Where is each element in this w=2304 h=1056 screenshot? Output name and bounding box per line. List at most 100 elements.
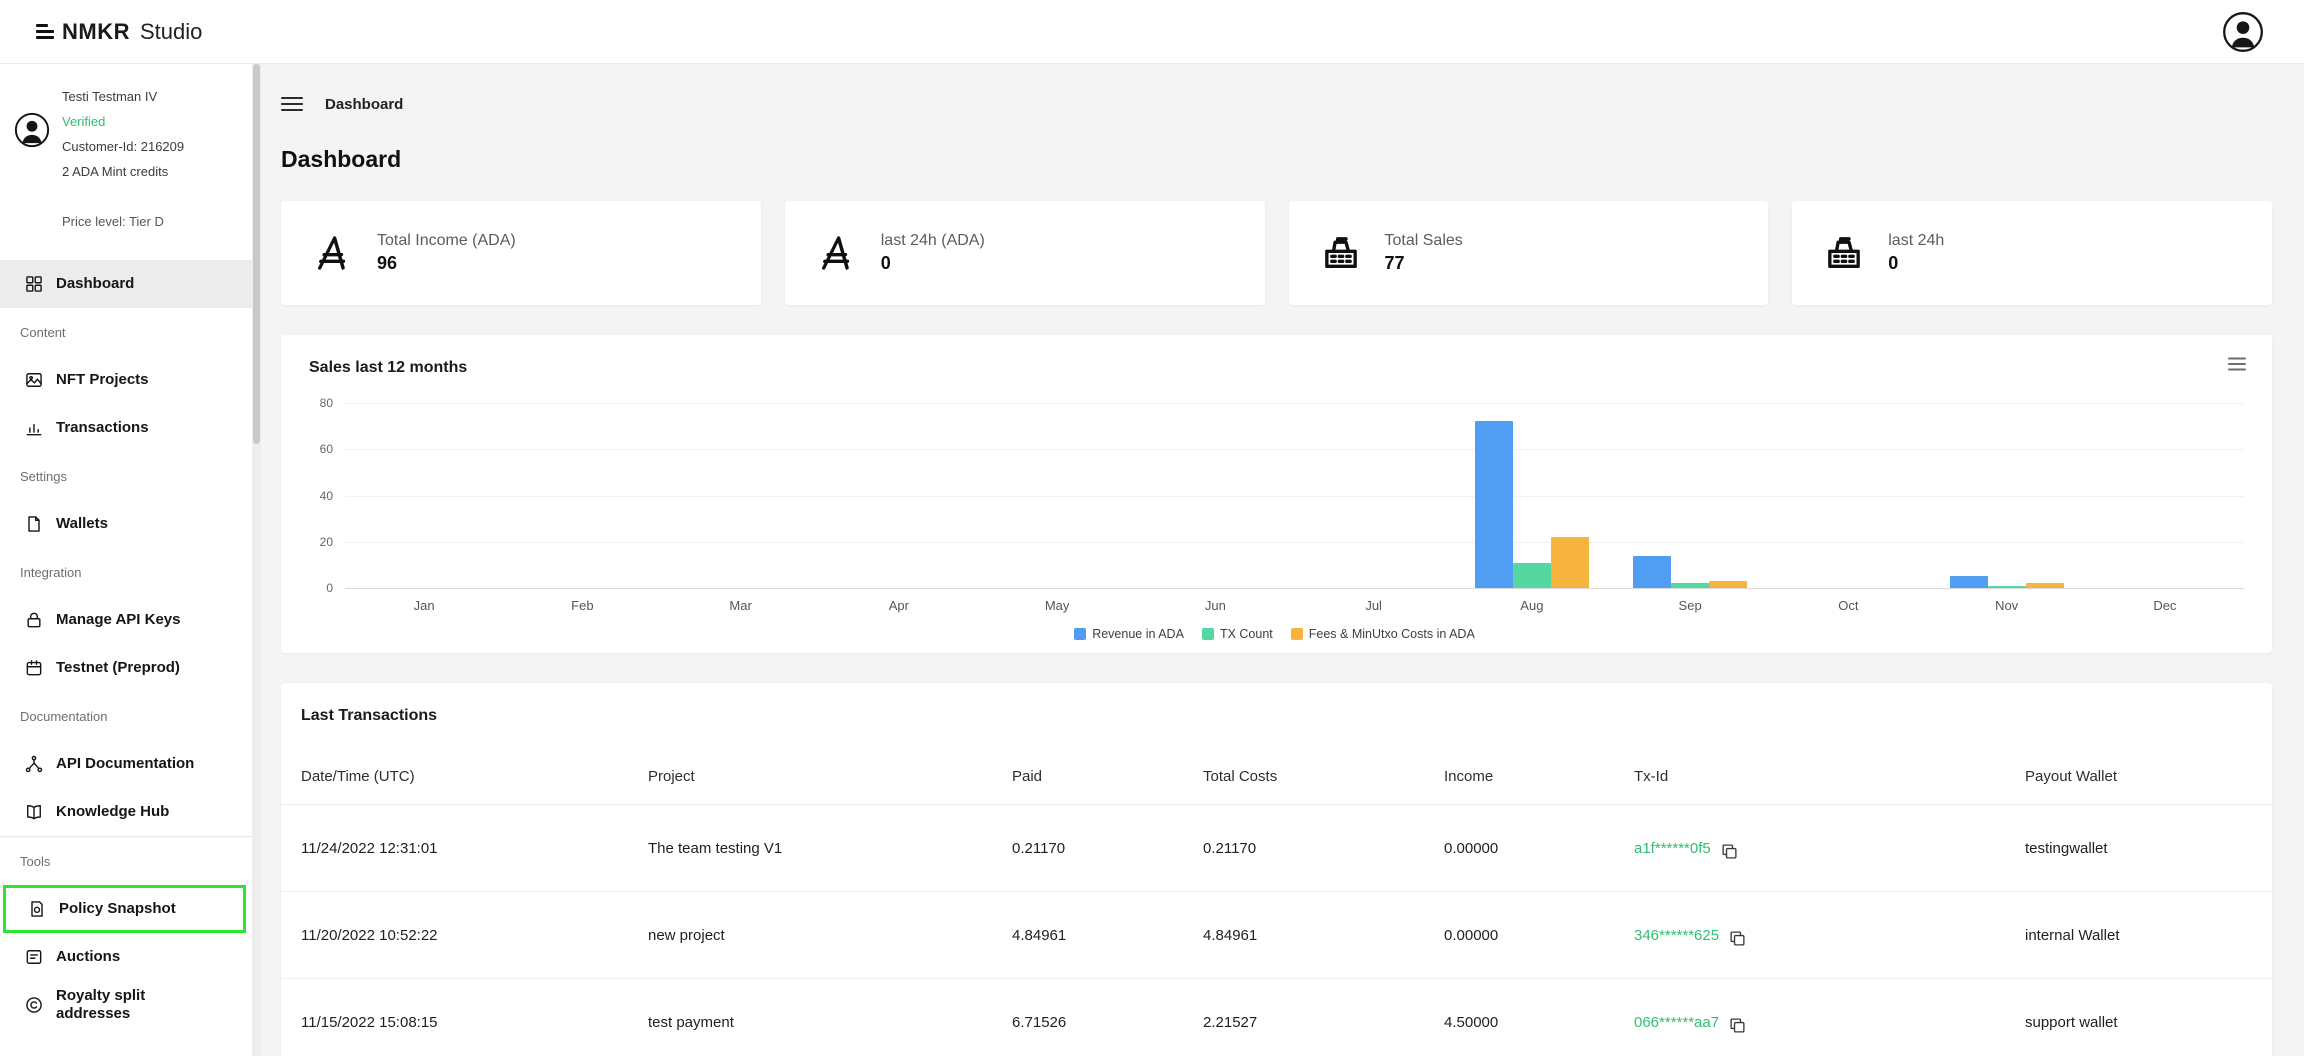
user-avatar[interactable]	[2222, 11, 2264, 53]
column-header: Project	[648, 768, 1012, 785]
table-row: 11/24/2022 12:31:01 The team testing V1 …	[281, 805, 2272, 892]
legend-item[interactable]: TX Count	[1202, 627, 1273, 641]
logo-text-secondary: Studio	[140, 19, 202, 45]
bar-group	[2086, 403, 2244, 588]
chart-body: 020406080 JanFebMarAprMayJunJulAugSepOct…	[305, 403, 2244, 613]
column-header: Tx-Id	[1634, 768, 2025, 785]
bar	[1551, 537, 1589, 588]
mint-credits: 2 ADA Mint credits	[62, 159, 184, 184]
stat-value: 77	[1385, 253, 1463, 274]
stat-card-total-income: Total Income (ADA) 96	[281, 201, 761, 305]
cash-register-icon	[1818, 233, 1870, 273]
sidebar-item-label: Transactions	[56, 419, 149, 437]
cell-project: new project	[648, 927, 1012, 944]
main-content: Dashboard Dashboard Total Income (ADA) 9…	[261, 64, 2304, 1056]
sidebar-item-label: Royalty split addresses	[56, 987, 186, 1023]
stat-card-total-sales: Total Sales 77	[1289, 201, 1769, 305]
sidebar-item-royalty-split[interactable]: Royalty split addresses	[0, 981, 252, 1029]
txid-link[interactable]: a1f******0f5	[1634, 840, 1711, 857]
sidebar-item-auctions[interactable]: Auctions	[0, 933, 252, 981]
cell-income: 4.50000	[1444, 1014, 1634, 1031]
sidebar-item-testnet[interactable]: Testnet (Preprod)	[0, 644, 252, 692]
bar-group	[1295, 403, 1453, 588]
nmkr-logo[interactable]: NMKR Studio	[36, 19, 202, 45]
x-tick-label: Jan	[345, 598, 503, 613]
table-row: 11/15/2022 15:08:15 test payment 6.71526…	[281, 979, 2272, 1056]
stat-value: 0	[1888, 253, 1944, 274]
snapshot-document-icon	[27, 899, 47, 919]
sidebar-item-label: Policy Snapshot	[59, 900, 176, 918]
chart-yaxis: 020406080	[305, 403, 345, 588]
calendar-icon	[24, 658, 44, 678]
table-header-row: Date/Time (UTC) Project Paid Total Costs…	[281, 749, 2272, 805]
x-tick-label: May	[978, 598, 1136, 613]
cell-total-costs: 4.84961	[1203, 927, 1444, 944]
auction-card-icon	[24, 947, 44, 967]
copy-icon[interactable]	[1729, 930, 1746, 947]
sidebar: Testi Testman IV Verified Customer-Id: 2…	[0, 64, 252, 1056]
cell-income: 0.00000	[1444, 840, 1634, 857]
verified-badge: Verified	[62, 109, 184, 134]
main-header: Dashboard	[281, 64, 2272, 118]
y-tick-label: 0	[326, 581, 333, 595]
copy-icon[interactable]	[1729, 1017, 1746, 1034]
sidebar-item-nft-projects[interactable]: NFT Projects	[0, 356, 252, 404]
bar-chart-icon	[24, 418, 44, 438]
cell-payout-wallet: support wallet	[2025, 1014, 2244, 1031]
last-transactions-card: Last Transactions Date/Time (UTC) Projec…	[281, 683, 2272, 1056]
sidebar-item-transactions[interactable]: Transactions	[0, 404, 252, 452]
txid-link[interactable]: 066******aa7	[1634, 1014, 1719, 1031]
sidebar-item-wallets[interactable]: Wallets	[0, 500, 252, 548]
legend-marker	[1202, 628, 1214, 640]
sidebar-item-manage-api-keys[interactable]: Manage API Keys	[0, 596, 252, 644]
txid-link[interactable]: 346******625	[1634, 927, 1719, 944]
stat-card-last24h-ada: last 24h (ADA) 0	[785, 201, 1265, 305]
bar-group	[503, 403, 661, 588]
cell-paid: 4.84961	[1012, 927, 1203, 944]
lock-icon	[24, 610, 44, 630]
sidebar-item-api-documentation[interactable]: API Documentation	[0, 740, 252, 788]
sidebar-item-dashboard[interactable]: Dashboard	[0, 260, 252, 308]
cell-total-costs: 0.21170	[1203, 840, 1444, 857]
y-tick-label: 80	[320, 396, 333, 410]
cell-datetime: 11/24/2022 12:31:01	[301, 840, 648, 857]
cell-payout-wallet: internal Wallet	[2025, 927, 2244, 944]
chart-groups	[345, 403, 2244, 588]
bar-group	[662, 403, 820, 588]
person-icon	[14, 112, 50, 148]
stat-value: 96	[377, 253, 516, 274]
sidebar-item-label: Knowledge Hub	[56, 803, 169, 821]
chart-plot	[345, 403, 2244, 588]
sidebar-item-policy-snapshot[interactable]: Policy Snapshot	[3, 885, 246, 933]
legend-item[interactable]: Fees & MinUtxo Costs in ADA	[1291, 627, 1475, 641]
hamburger-menu-icon[interactable]	[281, 96, 303, 112]
scrollbar-thumb[interactable]	[253, 64, 260, 444]
chart-menu-icon[interactable]	[2228, 357, 2246, 371]
topbar: NMKR Studio	[0, 0, 2304, 64]
sidebar-item-knowledge-hub[interactable]: Knowledge Hub	[0, 788, 252, 836]
sidebar-scrollbar	[252, 64, 261, 1056]
stat-value: 0	[881, 253, 985, 274]
chart-xlabels: JanFebMarAprMayJunJulAugSepOctNovDec	[345, 598, 2244, 613]
x-tick-label: Aug	[1453, 598, 1611, 613]
stat-card-last24h-sales: last 24h 0	[1792, 201, 2272, 305]
section-label-content: Content	[0, 308, 252, 356]
bar	[1513, 563, 1551, 588]
ada-icon	[811, 233, 863, 273]
cash-register-icon	[1315, 233, 1367, 273]
section-label-documentation: Documentation	[0, 692, 252, 740]
person-icon	[2222, 11, 2264, 53]
column-header: Paid	[1012, 768, 1203, 785]
image-icon	[24, 370, 44, 390]
legend-label: Fees & MinUtxo Costs in ADA	[1309, 627, 1475, 641]
sidebar-item-label: API Documentation	[56, 755, 194, 773]
sidebar-avatar[interactable]	[14, 112, 50, 234]
legend-label: Revenue in ADA	[1092, 627, 1184, 641]
bar	[1475, 421, 1513, 588]
stat-label: last 24h	[1888, 232, 1944, 250]
legend-item[interactable]: Revenue in ADA	[1074, 627, 1184, 641]
column-header: Total Costs	[1203, 768, 1444, 785]
copy-icon[interactable]	[1721, 843, 1738, 860]
bar	[2026, 583, 2064, 588]
cell-income: 0.00000	[1444, 927, 1634, 944]
